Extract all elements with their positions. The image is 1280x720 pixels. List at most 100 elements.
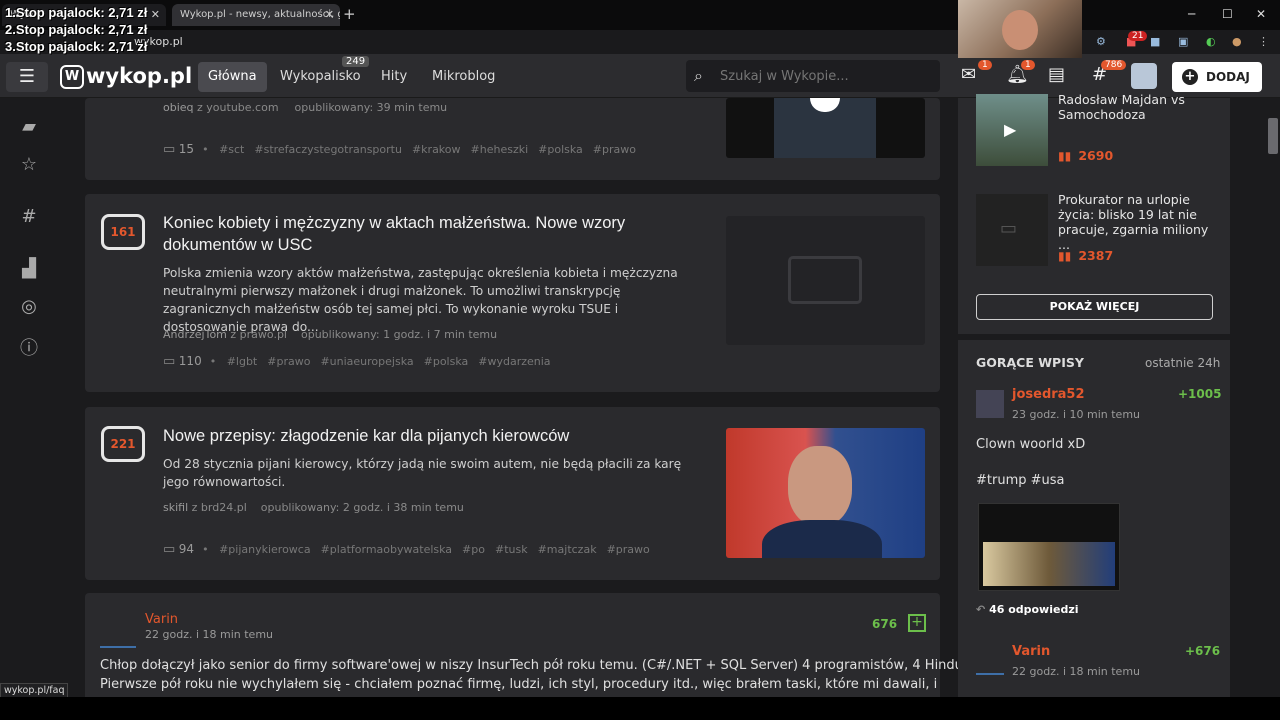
scrollbar[interactable]	[1266, 98, 1280, 698]
search-input[interactable]	[720, 66, 930, 86]
entry-time: 22 godz. i 18 min temu	[1012, 665, 1141, 678]
post-score: 676	[872, 617, 898, 631]
maximize-icon[interactable]: ☐	[1222, 7, 1233, 21]
tag[interactable]: #prawo	[593, 143, 636, 156]
title-line: dokumentów w USC	[163, 236, 313, 254]
star-icon[interactable]: ☆	[18, 154, 40, 175]
overlay-line-3: 3.Stop pajalock: 2,71 zł	[5, 39, 148, 54]
tag[interactable]: #uniaeuropejska	[320, 355, 413, 368]
hit-title[interactable]: Radosław Majdan vs Samochodoza	[1058, 92, 1218, 122]
article-author[interactable]: obieq	[163, 101, 194, 114]
article-title[interactable]: Koniec kobiety i mężczyzny w aktach małż…	[163, 212, 625, 256]
tag[interactable]: #platformaobywatelska	[321, 543, 452, 556]
mail-icon[interactable]: ✉	[961, 64, 976, 85]
hit-title[interactable]: Prokurator na urlopie życia: blisko 19 l…	[1058, 192, 1218, 252]
ranking-icon[interactable]: ▟	[18, 258, 40, 279]
post-text-line: Pierwsze pół roku nie wychylałem się - c…	[100, 677, 938, 692]
entry-tags[interactable]: #trump #usa	[976, 473, 1065, 488]
tag[interactable]: #krakow	[412, 143, 461, 156]
post-text-line: Chłop dołączył jako senior do firmy soft…	[100, 658, 992, 673]
plus-vote-icon[interactable]: +	[908, 614, 926, 632]
tag[interactable]: #po	[462, 543, 485, 556]
tag[interactable]: #strefaczystegotransportu	[254, 143, 402, 156]
article-source[interactable]: z youtube.com	[197, 101, 279, 114]
tag[interactable]: #heheszki	[471, 143, 529, 156]
entry-embed-image[interactable]	[978, 503, 1120, 591]
extension-icon[interactable]: ◐	[1206, 35, 1216, 48]
comment-count[interactable]: 110	[179, 354, 202, 368]
scrollbar-thumb[interactable]	[1268, 118, 1278, 154]
new-tab-icon[interactable]: +	[343, 5, 356, 23]
article-thumbnail[interactable]	[726, 98, 925, 158]
comment-count[interactable]: 15	[179, 142, 194, 156]
entry-author[interactable]: Varin	[1012, 644, 1050, 659]
vote-score[interactable]: 161	[101, 214, 145, 250]
nav-item-hity[interactable]: Hity	[371, 62, 417, 92]
show-more-button[interactable]: POKAŻ WIĘCEJ	[976, 294, 1213, 320]
hot-entries-range[interactable]: ostatnie 24h	[1145, 356, 1220, 370]
article-thumbnail[interactable]	[726, 216, 925, 345]
chat-icon[interactable]: ▤	[1048, 64, 1065, 85]
comment-count[interactable]: 94	[179, 542, 194, 556]
play-icon: ▶	[1004, 120, 1017, 139]
tag[interactable]: #prawo	[267, 355, 310, 368]
comment-icon[interactable]: ▭	[163, 142, 175, 157]
tag[interactable]: #pijanykierowca	[219, 543, 311, 556]
article-tags: ▭ 110 • #lgbt #prawo #uniaeuropejska #polska…	[163, 354, 551, 369]
tag[interactable]: #polska	[538, 143, 583, 156]
nav-item-mikroblog[interactable]: Mikroblog	[422, 62, 505, 92]
comment-icon[interactable]: ▭	[163, 354, 175, 369]
tag[interactable]: #lgbt	[227, 355, 258, 368]
tag[interactable]: #polska	[424, 355, 469, 368]
article-author[interactable]: skifil	[163, 501, 188, 514]
browser-tab-2[interactable]: Wykop.pl - newsy, aktualności, g ✕	[172, 4, 340, 26]
menu-dots-icon[interactable]: ⋮	[1258, 35, 1269, 48]
medal-icon[interactable]: ◎	[18, 296, 40, 317]
user-avatar[interactable]	[976, 647, 1004, 675]
window-close-icon[interactable]: ✕	[1256, 7, 1266, 21]
post-author[interactable]: Varin	[145, 612, 178, 627]
tag[interactable]: #prawo	[607, 543, 650, 556]
tag[interactable]: #wydarzenia	[478, 355, 550, 368]
article-source[interactable]: z brd24.pl	[192, 501, 247, 514]
search-box[interactable]: ⌕	[686, 60, 940, 92]
wykop-icon[interactable]: ▰	[18, 116, 40, 137]
article-published: opublikowany: 2 godz. i 38 min temu	[260, 501, 464, 514]
user-avatar[interactable]	[1131, 63, 1157, 89]
extension-badge: 21	[1128, 31, 1148, 41]
article-thumbnail[interactable]	[726, 428, 925, 558]
address-bar[interactable]	[0, 30, 1280, 54]
entry-author[interactable]: josedra52	[1012, 387, 1085, 402]
extension-icon[interactable]: ▣	[1178, 35, 1188, 48]
webcam-overlay	[958, 0, 1082, 58]
extension-icon[interactable]: ■	[1150, 35, 1160, 48]
article-title[interactable]: Nowe przepisy: złagodzenie kar dla pijan…	[163, 425, 569, 447]
extension-icon[interactable]: ●	[1232, 35, 1242, 48]
nav-item-glowna[interactable]: Główna	[198, 62, 267, 92]
post-avatar[interactable]	[100, 610, 136, 648]
article-source[interactable]: z prawo.pl	[230, 328, 287, 341]
vote-score[interactable]: 221	[101, 426, 145, 462]
minimize-icon[interactable]: ─	[1188, 7, 1195, 21]
hit-flame-icon: ▮▮	[1058, 149, 1072, 163]
hit-thumbnail[interactable]: ▭	[976, 194, 1048, 266]
hot-entries-title: GORĄCE WPISY	[976, 355, 1084, 370]
close-tab-icon[interactable]: ✕	[151, 8, 160, 21]
hamburger-menu-icon[interactable]: ☰	[6, 62, 48, 92]
close-tab-icon[interactable]: ✕	[325, 8, 334, 21]
tag[interactable]: #majtczak	[538, 543, 597, 556]
site-logo[interactable]: Wwykop.pl	[60, 64, 192, 89]
hit-score: ▮▮ 2387	[1058, 248, 1113, 263]
add-button[interactable]: + DODAJ	[1172, 62, 1262, 92]
hashtag-icon[interactable]: #	[18, 206, 40, 227]
extension-icon[interactable]: ⚙	[1096, 35, 1106, 48]
article-tags: ▭ 94 • #pijanykierowca #platformaobywatels…	[163, 542, 650, 557]
hit-thumbnail[interactable]: ▶	[976, 94, 1048, 166]
tag[interactable]: #tusk	[495, 543, 528, 556]
help-icon[interactable]: ⓘ	[18, 334, 40, 360]
entry-replies[interactable]: ↶ 46 odpowiedzi	[976, 603, 1079, 616]
article-author[interactable]: AndrzejTom	[163, 328, 227, 341]
tag[interactable]: #sct	[219, 143, 244, 156]
user-avatar[interactable]	[976, 390, 1004, 418]
comment-icon[interactable]: ▭	[163, 542, 175, 557]
